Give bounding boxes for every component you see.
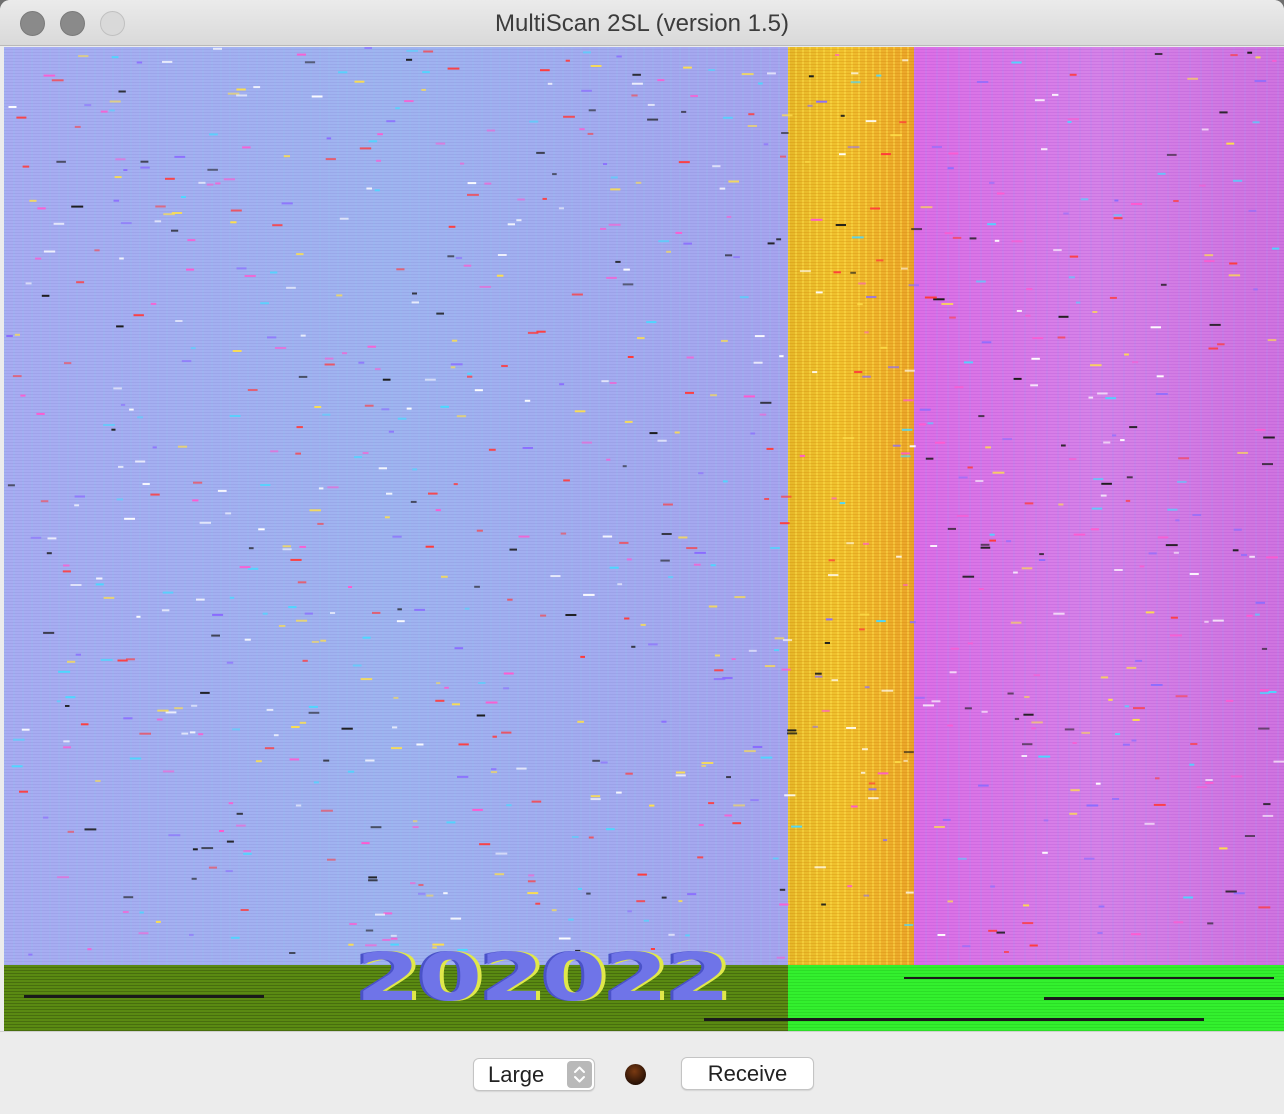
title-bar[interactable]: MultiScan 2SL (version 1.5): [0, 0, 1284, 46]
up-down-chevron-icon[interactable]: [567, 1061, 592, 1088]
window-title: MultiScan 2SL (version 1.5): [495, 10, 789, 37]
image-noise: [6, 47, 1284, 959]
image-streak: [24, 995, 264, 998]
image-overlay-text: 202022: [356, 939, 730, 1017]
size-select-value: Large: [488, 1062, 545, 1087]
size-select[interactable]: Large: [473, 1058, 595, 1091]
received-image-view: 202022: [4, 47, 1284, 1031]
receive-button[interactable]: Receive: [681, 1057, 814, 1090]
app-window: MultiScan 2SL (version 1.5) 202022 Large…: [0, 0, 1284, 1114]
bottom-toolbar: Large Receive: [0, 1031, 1284, 1114]
status-led: [625, 1064, 646, 1085]
image-streak: [904, 977, 1274, 979]
image-streak: [1044, 997, 1284, 1000]
image-streak: [704, 1018, 1204, 1021]
